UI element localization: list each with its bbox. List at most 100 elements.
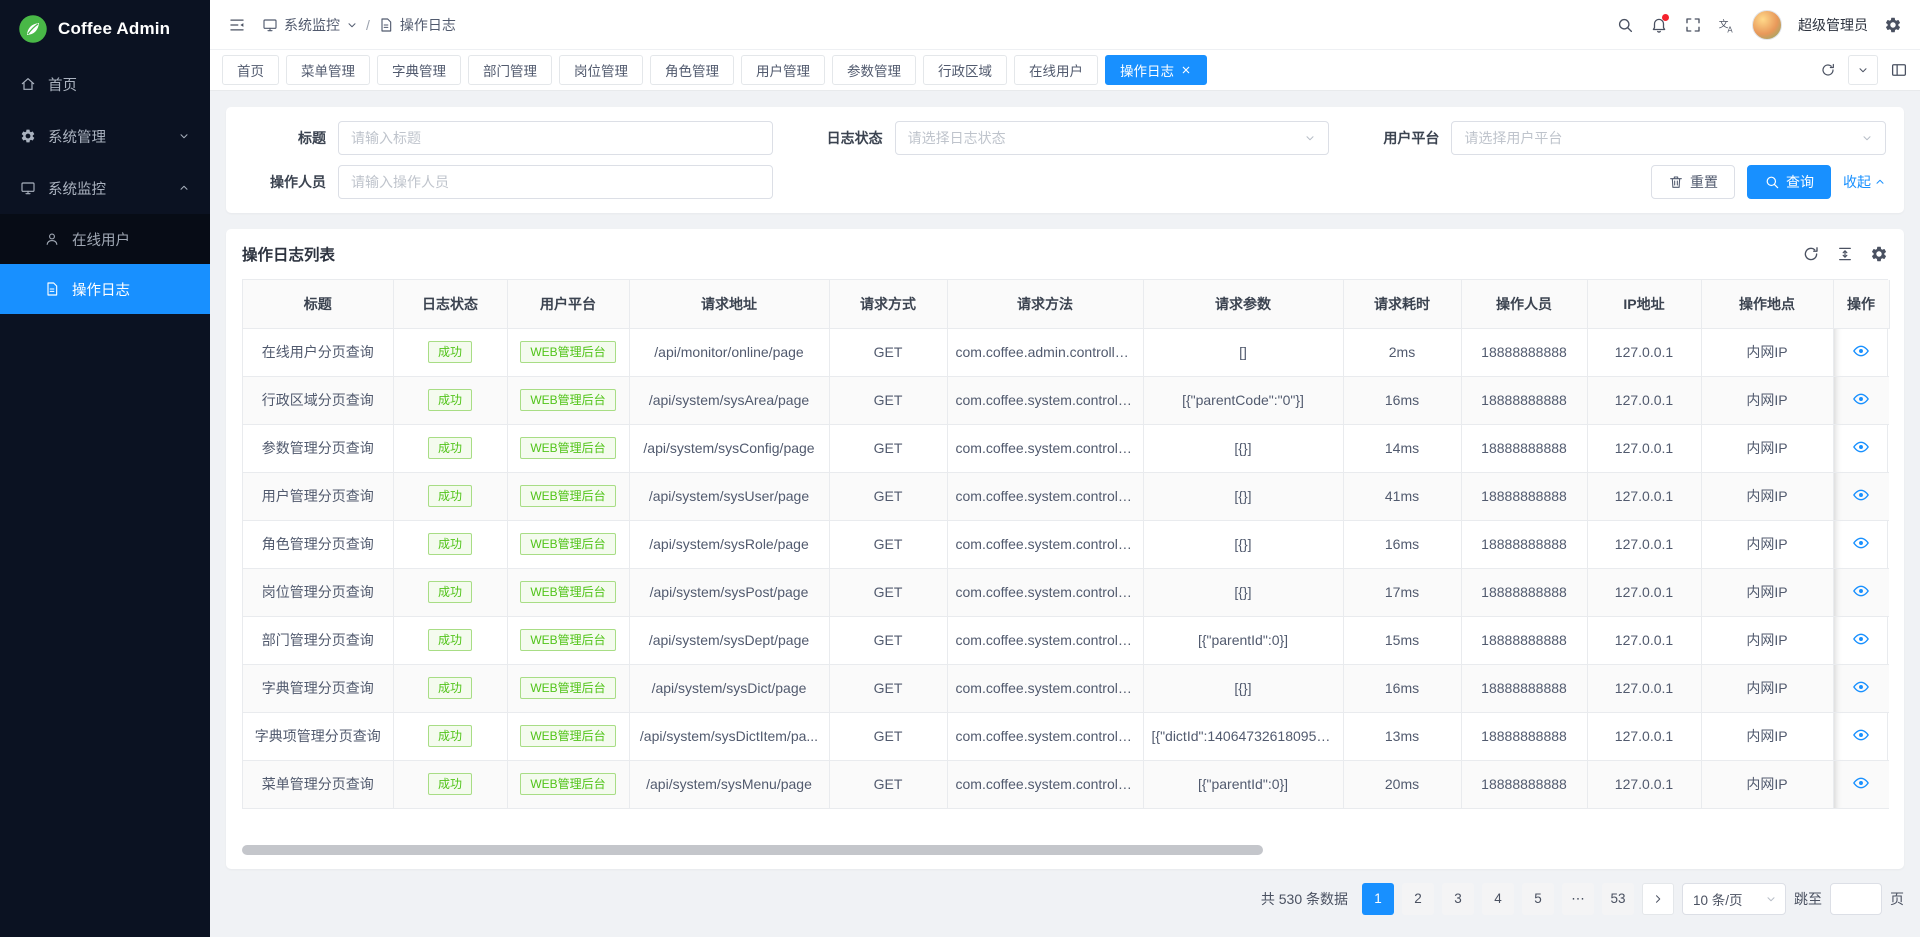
- filter-status-select[interactable]: 请选择日志状态: [895, 121, 1330, 155]
- platform-badge: WEB管理后台: [520, 677, 615, 699]
- page-button[interactable]: 4: [1482, 883, 1514, 915]
- view-detail-eye-icon[interactable]: [1852, 342, 1870, 360]
- next-page-button[interactable]: [1642, 883, 1674, 915]
- table-row: 部门管理分页查询 成功 WEB管理后台 /api/system/sysDept/…: [243, 616, 1889, 664]
- tab[interactable]: 岗位管理: [559, 55, 643, 85]
- cell-title: 字典管理分页查询: [243, 664, 393, 712]
- view-detail-eye-icon[interactable]: [1852, 774, 1870, 792]
- sidebar-item-online-users[interactable]: 在线用户: [0, 214, 210, 264]
- filter-operator-input[interactable]: [338, 165, 773, 199]
- cell-request-params: [{"dictId":140647326180950...: [1143, 712, 1343, 760]
- tab[interactable]: 操作日志: [1105, 55, 1207, 85]
- cell-status: 成功: [393, 376, 507, 424]
- filter-card: 标题 日志状态 请选择日志状态 用户平台 请选择用户平台: [226, 107, 1904, 213]
- page-size-select[interactable]: 10 条/页: [1682, 883, 1786, 915]
- sidebar-item-operation-log[interactable]: 操作日志: [0, 264, 210, 314]
- page-button[interactable]: 3: [1442, 883, 1474, 915]
- sidebar-item-home[interactable]: 首页: [0, 58, 210, 110]
- column-settings-gear-icon[interactable]: [1870, 245, 1888, 263]
- tab[interactable]: 部门管理: [468, 55, 552, 85]
- sidebar-item-label: 首页: [48, 74, 190, 95]
- cell-location: 内网IP: [1701, 664, 1833, 712]
- horizontal-scrollbar-thumb[interactable]: [242, 845, 1263, 855]
- username[interactable]: 超级管理员: [1798, 15, 1868, 35]
- breadcrumb-label: 系统监控: [284, 15, 340, 35]
- avatar[interactable]: [1752, 10, 1782, 40]
- table-header-row: 标题日志状态用户平台请求地址请求方式请求方法请求参数请求耗时操作人员IP地址操作…: [243, 280, 1889, 328]
- page-button[interactable]: 2: [1402, 883, 1434, 915]
- notification-bell-icon[interactable]: [1650, 16, 1668, 34]
- page-button[interactable]: ⋯: [1562, 883, 1594, 915]
- platform-badge: WEB管理后台: [520, 485, 615, 507]
- view-detail-eye-icon[interactable]: [1852, 582, 1870, 600]
- view-detail-eye-icon[interactable]: [1852, 534, 1870, 552]
- tab[interactable]: 首页: [222, 55, 279, 85]
- settings-gear-icon[interactable]: [1884, 16, 1902, 34]
- status-badge: 成功: [428, 773, 472, 795]
- layout-icon[interactable]: [1890, 61, 1908, 79]
- view-detail-eye-icon[interactable]: [1852, 726, 1870, 744]
- tab[interactable]: 参数管理: [832, 55, 916, 85]
- cell-operator: 18888888888: [1461, 376, 1587, 424]
- tab[interactable]: 用户管理: [741, 55, 825, 85]
- sidebar-item-system-management[interactable]: 系统管理: [0, 110, 210, 162]
- menu-fold-icon[interactable]: [228, 16, 246, 34]
- search-button[interactable]: 查询: [1747, 165, 1831, 199]
- tab-options-chevron-icon[interactable]: [1848, 55, 1878, 85]
- sidebar-menu: 首页 系统管理 系统监控 在线用户 操作日志: [0, 58, 210, 937]
- view-detail-eye-icon[interactable]: [1852, 678, 1870, 696]
- page-button[interactable]: 53: [1602, 883, 1634, 915]
- tab[interactable]: 角色管理: [650, 55, 734, 85]
- cell-ip: 127.0.0.1: [1587, 712, 1701, 760]
- horizontal-scrollbar-track: [242, 845, 1888, 855]
- view-detail-eye-icon[interactable]: [1852, 630, 1870, 648]
- table-row: 在线用户分页查询 成功 WEB管理后台 /api/monitor/online/…: [243, 328, 1889, 376]
- view-detail-eye-icon[interactable]: [1852, 390, 1870, 408]
- cell-duration: 20ms: [1343, 760, 1461, 808]
- page-button[interactable]: 5: [1522, 883, 1554, 915]
- translate-icon[interactable]: [1718, 16, 1736, 34]
- tab-label: 行政区域: [938, 60, 992, 80]
- tab[interactable]: 菜单管理: [286, 55, 370, 85]
- filter-platform-select[interactable]: 请选择用户平台: [1451, 121, 1886, 155]
- column-header: 请求地址: [629, 280, 829, 328]
- breadcrumb-item-operation-log[interactable]: 操作日志: [378, 15, 456, 35]
- tab[interactable]: 行政区域: [923, 55, 1007, 85]
- cell-action: [1833, 760, 1889, 808]
- fullscreen-icon[interactable]: [1684, 16, 1702, 34]
- tab[interactable]: 字典管理: [377, 55, 461, 85]
- cell-action: [1833, 328, 1889, 376]
- chevron-right-icon: [1652, 893, 1664, 905]
- view-detail-eye-icon[interactable]: [1852, 438, 1870, 456]
- breadcrumb-item-monitor[interactable]: 系统监控: [262, 15, 358, 35]
- cell-request-method: GET: [829, 616, 947, 664]
- view-detail-eye-icon[interactable]: [1852, 486, 1870, 504]
- reset-button[interactable]: 重置: [1651, 165, 1735, 199]
- tab[interactable]: 在线用户: [1014, 55, 1098, 85]
- tab-close-icon[interactable]: [1180, 64, 1192, 76]
- chevron-down-icon: [1765, 893, 1777, 905]
- refresh-icon[interactable]: [1820, 62, 1836, 78]
- cell-action: [1833, 520, 1889, 568]
- cell-request-params: [{}]: [1143, 664, 1343, 712]
- filter-operator-label: 操作人员: [244, 172, 326, 192]
- table-row: 字典管理分页查询 成功 WEB管理后台 /api/system/sysDict/…: [243, 664, 1889, 712]
- cell-request-url: /api/system/sysConfig/page: [629, 424, 829, 472]
- refresh-icon[interactable]: [1802, 245, 1820, 263]
- cell-request-function: com.coffee.system.controlle...: [947, 712, 1143, 760]
- tab-label: 菜单管理: [301, 60, 355, 80]
- filter-status-label: 日志状态: [801, 128, 883, 148]
- jump-prefix-label: 跳至: [1794, 889, 1822, 909]
- jump-page-input[interactable]: [1830, 883, 1882, 915]
- cell-request-function: com.coffee.system.controlle...: [947, 424, 1143, 472]
- brand[interactable]: Coffee Admin: [0, 0, 210, 58]
- status-badge: 成功: [428, 389, 472, 411]
- cell-platform: WEB管理后台: [507, 376, 629, 424]
- search-icon[interactable]: [1616, 16, 1634, 34]
- page-button[interactable]: 1: [1362, 883, 1394, 915]
- sidebar-item-system-monitor[interactable]: 系统监控: [0, 162, 210, 214]
- row-density-icon[interactable]: [1836, 245, 1854, 263]
- cell-location: 内网IP: [1701, 376, 1833, 424]
- filter-title-input[interactable]: [338, 121, 773, 155]
- collapse-link[interactable]: 收起: [1843, 172, 1886, 192]
